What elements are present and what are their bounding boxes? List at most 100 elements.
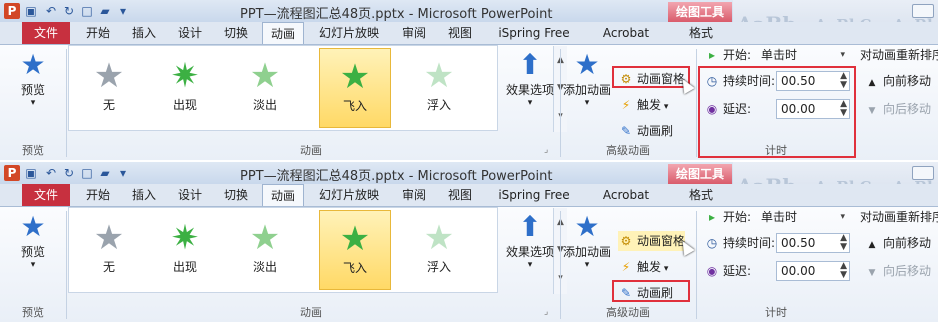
undo-icon[interactable]: ↶ bbox=[44, 166, 58, 180]
animation-fly-in[interactable]: ★ 飞入 bbox=[319, 48, 391, 128]
tab-slideshow[interactable]: 幻灯片放映 bbox=[310, 184, 388, 206]
star-green-icon: ★ bbox=[249, 56, 281, 96]
dialog-launcher-icon[interactable]: ⌟ bbox=[544, 145, 548, 155]
tab-acrobat[interactable]: Acrobat bbox=[590, 184, 662, 206]
redo-icon[interactable]: ↻ bbox=[62, 166, 76, 180]
move-earlier-button[interactable]: ▲ 向前移动 bbox=[864, 71, 931, 91]
tab-animations[interactable]: 动画 bbox=[262, 184, 304, 206]
spin-buttons-icon[interactable]: ▲ ▼ bbox=[840, 234, 847, 252]
tab-design[interactable]: 设计 bbox=[170, 22, 210, 44]
tab-insert[interactable]: 插入 bbox=[124, 184, 164, 206]
open-folder-icon[interactable]: ▰ bbox=[98, 4, 112, 18]
tab-view[interactable]: 视图 bbox=[440, 22, 480, 44]
tab-slideshow[interactable]: 幻灯片放映 bbox=[310, 22, 388, 44]
powerpoint-app-icon[interactable]: P bbox=[4, 3, 20, 19]
window-control-button[interactable] bbox=[912, 166, 934, 180]
open-folder-icon[interactable]: ▰ bbox=[98, 166, 112, 180]
chevron-down-icon: ▾ bbox=[527, 98, 533, 108]
move-later-button[interactable]: ▼ 向后移动 bbox=[864, 261, 931, 281]
tab-review[interactable]: 审阅 bbox=[394, 184, 434, 206]
animation-label: 淡出 bbox=[252, 98, 277, 112]
delay-input[interactable]: 00.00 ▲ ▼ bbox=[776, 261, 850, 281]
tab-animations[interactable]: 动画 bbox=[262, 22, 304, 44]
chevron-down-icon: ▾ bbox=[840, 212, 845, 222]
triangle-down-icon: ▼ bbox=[868, 268, 876, 278]
animation-painter-button[interactable]: ✎ 动画刷 bbox=[618, 121, 673, 141]
lightning-icon: ⚡ bbox=[621, 98, 631, 112]
customize-qat-icon[interactable]: ▾ bbox=[116, 4, 130, 18]
tab-file[interactable]: 文件 bbox=[22, 22, 70, 44]
tab-review[interactable]: 审阅 bbox=[394, 22, 434, 44]
animation-appear[interactable]: ✷ 出现 bbox=[149, 48, 221, 128]
tab-acrobat[interactable]: Acrobat bbox=[590, 22, 662, 44]
duration-value: 00.50 bbox=[781, 236, 816, 250]
ribbon-tabs: 文件 开始 插入 设计 切换 动画 幻灯片放映 审阅 视图 iSpring Fr… bbox=[0, 22, 938, 44]
start-dropdown[interactable]: 单击时 ▾ bbox=[756, 45, 850, 65]
drawing-tools-label: 绘图工具 bbox=[668, 164, 732, 184]
animation-fly-in[interactable]: ★ 飞入 bbox=[319, 210, 391, 290]
group-separator bbox=[560, 211, 561, 319]
powerpoint-app-icon[interactable]: P bbox=[4, 165, 20, 181]
save-icon[interactable]: ▣ bbox=[24, 4, 38, 18]
group-separator bbox=[696, 49, 697, 157]
tab-view[interactable]: 视图 bbox=[440, 184, 480, 206]
duration-label-text: 持续时间: bbox=[723, 236, 776, 250]
clock-icon: ◷ bbox=[706, 236, 718, 250]
tab-transitions[interactable]: 切换 bbox=[216, 184, 256, 206]
window-control-button[interactable] bbox=[912, 4, 934, 18]
save-icon[interactable]: ▣ bbox=[24, 166, 38, 180]
tab-ispring[interactable]: iSpring Free bbox=[486, 22, 582, 44]
tab-format[interactable]: 格式 bbox=[678, 184, 724, 206]
animation-float-in[interactable]: ★ 浮入 bbox=[403, 210, 475, 290]
undo-icon[interactable]: ↶ bbox=[44, 4, 58, 18]
new-file-icon[interactable]: □ bbox=[80, 4, 94, 18]
duration-input[interactable]: 00.50 ▲ ▼ bbox=[776, 233, 850, 253]
animation-float-in[interactable]: ★ 浮入 bbox=[403, 48, 475, 128]
move-earlier-button[interactable]: ▲ 向前移动 bbox=[864, 233, 931, 253]
effect-options-label: 效果选项 bbox=[505, 83, 554, 97]
animation-none[interactable]: ★ 无 bbox=[73, 210, 145, 290]
animation-appear[interactable]: ✷ 出现 bbox=[149, 210, 221, 290]
animation-label: 飞入 bbox=[342, 261, 367, 275]
chevron-down-icon: ▾ bbox=[584, 260, 590, 270]
tab-design[interactable]: 设计 bbox=[170, 184, 210, 206]
tab-home[interactable]: 开始 bbox=[78, 22, 118, 44]
effect-options-button[interactable]: ⬆ 效果选项 ▾ bbox=[500, 49, 560, 109]
spin-buttons-icon[interactable]: ▲ ▼ bbox=[840, 262, 847, 280]
effect-options-button[interactable]: ⬆ 效果选项 ▾ bbox=[500, 211, 560, 271]
redo-icon[interactable]: ↻ bbox=[62, 4, 76, 18]
triangle-down-icon: ▼ bbox=[868, 106, 876, 116]
tab-transitions[interactable]: 切换 bbox=[216, 22, 256, 44]
animation-fade[interactable]: ★ 淡出 bbox=[229, 48, 301, 128]
painter-brush-icon: ✎ bbox=[620, 124, 632, 138]
preview-button[interactable]: ★ 预览 ▾ bbox=[8, 211, 58, 271]
star-green-icon: ★ bbox=[423, 56, 455, 96]
new-file-icon[interactable]: □ bbox=[80, 166, 94, 180]
tab-insert[interactable]: 插入 bbox=[124, 22, 164, 44]
add-animation-button[interactable]: ★ 添加动画 ▾ bbox=[562, 49, 612, 109]
add-animation-button[interactable]: ★ 添加动画 ▾ bbox=[562, 210, 612, 271]
tab-ispring[interactable]: iSpring Free bbox=[486, 184, 582, 206]
trigger-button[interactable]: ⚡ 触发 ▾ bbox=[618, 95, 669, 115]
start-label-text: 开始: bbox=[723, 210, 752, 224]
animation-fade[interactable]: ★ 淡出 bbox=[229, 210, 301, 290]
customize-qat-icon[interactable]: ▾ bbox=[116, 166, 130, 180]
add-animation-star-icon: ★ bbox=[574, 210, 600, 243]
animation-label: 淡出 bbox=[252, 260, 277, 274]
tab-file[interactable]: 文件 bbox=[22, 184, 70, 206]
group-separator bbox=[66, 49, 67, 157]
dialog-launcher-icon[interactable]: ⌟ bbox=[544, 307, 548, 317]
tab-format[interactable]: 格式 bbox=[678, 22, 724, 44]
start-dropdown[interactable]: 单击时 ▾ bbox=[756, 207, 850, 227]
chevron-down-icon: ▾ bbox=[661, 264, 669, 274]
group-label-preview: 预览 bbox=[22, 306, 44, 319]
animation-pane-button[interactable]: ⚙ 动画窗格 bbox=[618, 231, 686, 251]
window-title: PPT—流程图汇总48页.pptx - Microsoft PowerPoint bbox=[240, 7, 553, 22]
trigger-button[interactable]: ⚡ 触发 ▾ bbox=[618, 257, 669, 277]
tab-home[interactable]: 开始 bbox=[78, 184, 118, 206]
group-label-animation: 动画 bbox=[300, 306, 322, 319]
drawing-tools-label: 绘图工具 bbox=[668, 2, 732, 22]
move-later-button[interactable]: ▼ 向后移动 bbox=[864, 99, 931, 119]
preview-button[interactable]: ★ 预览 ▾ bbox=[8, 49, 58, 109]
animation-none[interactable]: ★ 无 bbox=[73, 48, 145, 128]
